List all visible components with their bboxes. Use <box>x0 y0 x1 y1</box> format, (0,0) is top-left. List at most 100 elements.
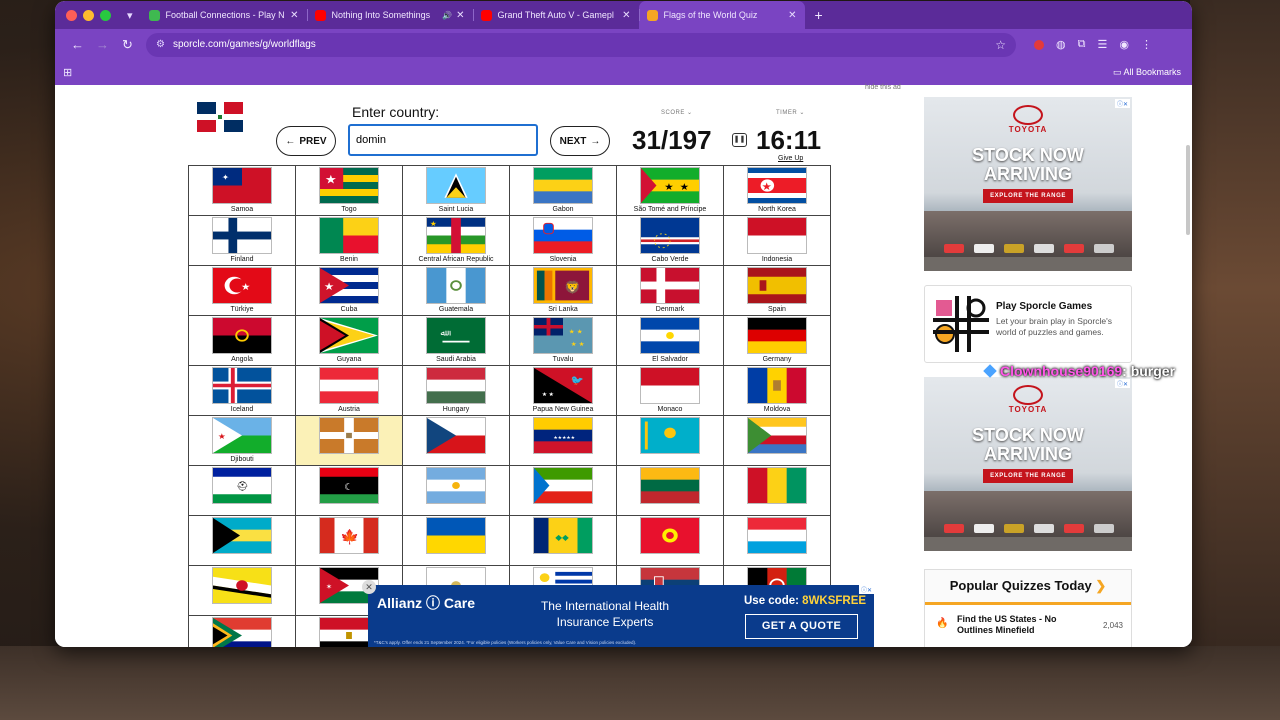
next-button[interactable]: NEXT → <box>550 126 610 156</box>
flag-turkiye-icon: ★ <box>212 267 272 304</box>
flag-cell[interactable]: Guyana <box>295 315 403 366</box>
record-extension-icon[interactable] <box>1034 39 1044 50</box>
ad-info-icon[interactable]: ⓘ✕ <box>858 585 874 594</box>
flag-cell[interactable]: Denmark <box>616 265 724 316</box>
flag-cell[interactable]: Cabo Verde <box>616 215 724 266</box>
flag-cell[interactable]: Guatemala <box>402 265 510 316</box>
flag-cell[interactable]: Finland <box>188 215 296 266</box>
flag-cell[interactable] <box>616 415 724 466</box>
ad-cta[interactable]: EXPLORE THE RANGE <box>983 469 1073 483</box>
flag-cell[interactable]: ⛑ <box>188 465 296 516</box>
profile-icon[interactable]: ◉ <box>1119 38 1129 51</box>
site-info-icon[interactable]: ⚙ <box>156 39 165 50</box>
get-a-quote-button[interactable]: GET A QUOTE <box>745 614 858 639</box>
flag-cell[interactable]: ◆◆ <box>509 515 617 566</box>
minimize-window-button[interactable] <box>83 9 94 21</box>
give-up-link[interactable]: Give Up <box>778 155 803 162</box>
flag-cell[interactable]: Iceland <box>188 365 296 416</box>
reload-icon[interactable]: ↻ <box>115 37 140 53</box>
flag-cell[interactable]: ★ Türkiye <box>188 265 296 316</box>
puzzle-extensions-icon[interactable]: ⧉ <box>1078 38 1086 51</box>
apps-grid-icon[interactable]: ⊞ <box>63 66 72 79</box>
hide-ad-link[interactable]: hide this ad <box>865 84 901 91</box>
flag-cell[interactable] <box>616 515 724 566</box>
flag-cell[interactable]: Germany <box>723 315 831 366</box>
flag-cell[interactable]: Spain <box>723 265 831 316</box>
bookmark-star-icon[interactable]: ☆ <box>995 38 1006 52</box>
flag-cell[interactable]: ★ Togo <box>295 165 403 216</box>
flag-cell[interactable] <box>509 465 617 516</box>
flag-cell[interactable]: Angola <box>188 315 296 366</box>
flag-cell[interactable]: Gabon <box>509 165 617 216</box>
close-window-button[interactable] <box>66 9 77 21</box>
menu-icon[interactable]: ⋮ <box>1141 38 1152 51</box>
flag-cell[interactable] <box>188 515 296 566</box>
flag-cell[interactable]: Monaco <box>616 365 724 416</box>
toyota-ad-bottom[interactable]: ⓘ✕ TOYOTA STOCK NOW ARRIVING EXPLORE THE … <box>924 377 1132 551</box>
flag-cell[interactable]: 🐦 ★ ★ Papua New Guinea <box>509 365 617 416</box>
flag-cell[interactable] <box>402 515 510 566</box>
flag-cell[interactable]: ★ Djibouti <box>188 415 296 466</box>
popular-quizzes-title[interactable]: Popular Quizzes Today ❯ <box>925 570 1131 605</box>
tab-close-icon[interactable]: ✕ <box>456 10 464 21</box>
audio-playing-icon[interactable]: 🔊 <box>442 11 452 20</box>
flag-cell[interactable]: ★★★★★ <box>509 415 617 466</box>
tab-1[interactable]: Football Connections - Play N ✕ <box>141 1 307 29</box>
ad-info-icon[interactable]: ⓘ✕ <box>1114 379 1130 388</box>
url-bar[interactable]: ⚙ sporcle.com/games/g/worldflags ☆ <box>146 32 1016 57</box>
back-icon[interactable]: ← <box>65 37 90 52</box>
flag-cell[interactable]: Saint Lucia <box>402 165 510 216</box>
country-answer-input[interactable] <box>348 124 538 156</box>
flag-cell[interactable] <box>616 465 724 516</box>
popular-quiz-link[interactable]: Find the US States - No Outlines Minefie… <box>957 614 1077 636</box>
zoom-window-button[interactable] <box>100 9 111 21</box>
allianz-banner-ad[interactable]: ✕ ⓘ✕ Allianz ⓘ Care The International He… <box>362 580 874 647</box>
flag-cell[interactable]: Slovenia <box>509 215 617 266</box>
flag-cell[interactable] <box>723 415 831 466</box>
tab-3[interactable]: Grand Theft Auto V - Gamepl ✕ <box>472 1 639 29</box>
tab-close-icon[interactable]: ✕ <box>622 10 630 21</box>
flag-cell[interactable] <box>402 465 510 516</box>
flag-cell[interactable]: 🦁 Sri Lanka <box>509 265 617 316</box>
flag-cell[interactable]: ★ ★ ★ ★ Tuvalu <box>509 315 617 366</box>
flag-cell[interactable] <box>188 615 296 647</box>
flag-cell[interactable]: Hungary <box>402 365 510 416</box>
flag-cell[interactable]: 🍁 <box>295 515 403 566</box>
tab-search-icon[interactable]: ▾ <box>127 9 133 22</box>
flag-cell[interactable] <box>295 415 403 466</box>
flag-cell[interactable]: Austria <box>295 365 403 416</box>
extension-icon[interactable]: ◍ <box>1056 38 1066 51</box>
new-tab-icon[interactable]: + <box>815 7 823 23</box>
forward-icon[interactable]: → <box>90 37 115 52</box>
close-ad-icon[interactable]: ✕ <box>362 580 376 594</box>
flag-cell[interactable]: ★ North Korea <box>723 165 831 216</box>
flag-cell[interactable] <box>723 515 831 566</box>
reading-list-icon[interactable]: ☰ <box>1097 38 1107 51</box>
flag-cell[interactable]: ★ ★ São Tomé and Príncipe <box>616 165 724 216</box>
all-bookmarks-button[interactable]: ▭ All Bookmarks <box>1113 67 1181 78</box>
flag-row: ⛑ ☾ <box>188 465 831 516</box>
tab-close-icon[interactable]: ✕ <box>788 10 796 21</box>
pause-icon[interactable]: ❚❚ <box>732 133 747 147</box>
flag-cell[interactable]: El Salvador <box>616 315 724 366</box>
flag-cell[interactable]: Benin <box>295 215 403 266</box>
toyota-ad-top[interactable]: ⓘ✕ TOYOTA STOCK NOW ARRIVING EXPLORE THE … <box>924 97 1132 271</box>
flag-cell[interactable]: ✦ Samoa <box>188 165 296 216</box>
scrollbar[interactable] <box>1186 145 1190 235</box>
flag-cell[interactable]: ★ Cuba <box>295 265 403 316</box>
tab-4[interactable]: Flags of the World Quiz ✕ <box>638 1 805 29</box>
ad-info-icon[interactable]: ⓘ✕ <box>1114 99 1130 108</box>
flag-cell[interactable] <box>723 465 831 516</box>
tab-close-icon[interactable]: ✕ <box>290 10 298 21</box>
flag-cell[interactable]: ﷲ Saudi Arabia <box>402 315 510 366</box>
flag-cell[interactable]: ★ Central African Republic <box>402 215 510 266</box>
flag-cell[interactable]: ☾ <box>295 465 403 516</box>
prev-button[interactable]: ← PREV <box>276 126 336 156</box>
flag-cell[interactable]: Indonesia <box>723 215 831 266</box>
ad-cta[interactable]: EXPLORE THE RANGE <box>983 189 1073 203</box>
flag-cell[interactable] <box>402 415 510 466</box>
tab-2[interactable]: Nothing Into Somethings 🔊 ✕ <box>306 1 473 29</box>
flag-cell[interactable] <box>188 565 296 616</box>
sporcle-games-promo[interactable]: Play Sporcle Games Let your brain play i… <box>924 285 1132 363</box>
flag-cell[interactable]: Moldova <box>723 365 831 416</box>
